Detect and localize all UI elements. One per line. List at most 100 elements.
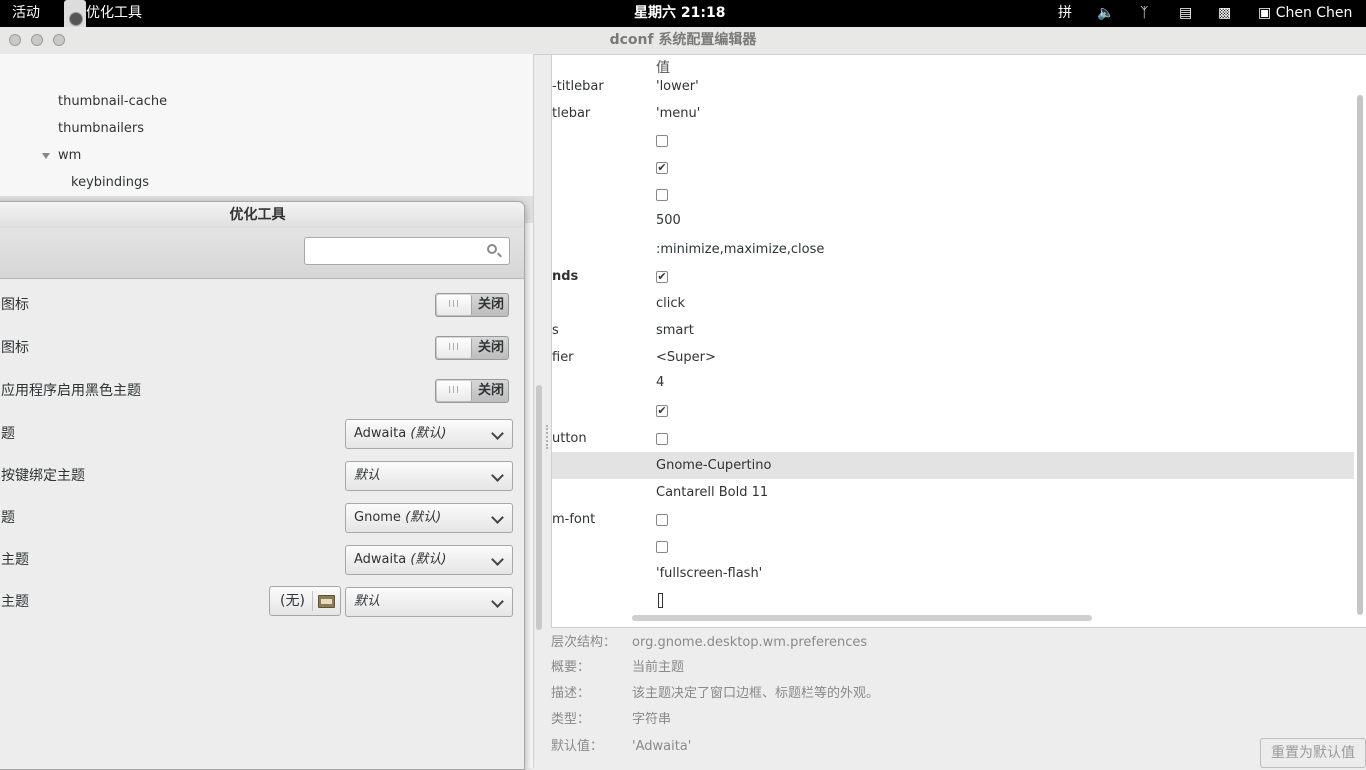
key-row-selected[interactable]: Gnome-Cupertino <box>552 452 1354 479</box>
setting-label: 主题 <box>1 594 29 610</box>
setting-label: 题 <box>1 510 15 526</box>
icon-theme-dropdown[interactable]: Gnome (默认) <box>345 503 513 533</box>
switch-knob[interactable]: III <box>437 338 472 358</box>
key-value[interactable]: Cantarell Bold 11 <box>656 479 768 506</box>
tree-item-keybindings[interactable]: keybindings <box>0 169 533 196</box>
reset-to-default-button[interactable]: 重置为默认值 <box>1260 738 1366 768</box>
key-value[interactable]: 'lower' <box>656 73 699 100</box>
key-value[interactable]: <Super> <box>656 344 716 371</box>
toggle-switch[interactable]: III 关闭 <box>435 379 509 403</box>
keybinding-theme-dropdown[interactable]: 默认 <box>345 461 513 491</box>
chevron-down-icon <box>491 595 504 608</box>
value-checkbox[interactable]: ✔ <box>656 405 668 417</box>
key-row[interactable]: 4 <box>552 369 1354 396</box>
clipboard-icon[interactable]: ▩ <box>1218 0 1231 27</box>
window-theme-dropdown[interactable]: Adwaita (默认) <box>345 545 513 575</box>
key-row[interactable]: s smart <box>552 317 1354 344</box>
value-checkbox[interactable] <box>656 189 668 201</box>
key-name: m-font <box>552 512 596 527</box>
key-value[interactable]: 4 <box>656 369 664 396</box>
network-icon[interactable]: ▤ <box>1179 0 1192 27</box>
key-row[interactable]: click <box>552 290 1354 317</box>
clock[interactable]: 星期六 21:18 <box>634 0 725 27</box>
user-icon: ▣ <box>1258 5 1272 21</box>
value-checkbox[interactable] <box>656 135 668 147</box>
values-horizontal-scrollbar[interactable] <box>632 615 1092 621</box>
switch-state: 关闭 <box>477 383 504 398</box>
shell-theme-dropdown[interactable]: 默认 <box>345 587 513 617</box>
value-checkbox[interactable] <box>656 514 668 526</box>
key-value[interactable]: smart <box>656 317 694 344</box>
key-row-editing[interactable] <box>552 587 1354 614</box>
info-value: 该主题决定了窗口边框、标题栏等的外观。 <box>632 686 880 701</box>
key-row[interactable]: :minimize,maximize,close <box>552 236 1354 263</box>
tree-item-thumbnailers[interactable]: thumbnailers <box>0 115 533 142</box>
search-input[interactable] <box>304 237 510 265</box>
key-row[interactable] <box>552 181 1354 208</box>
key-value[interactable]: 500 <box>656 207 681 234</box>
chevron-down-icon <box>491 553 504 566</box>
app-menu-label: 优化工具 <box>86 5 142 21</box>
values-vertical-scrollbar[interactable] <box>1357 95 1363 615</box>
key-row[interactable]: m-font <box>552 506 1354 533</box>
setting-label: 图标 <box>1 340 29 356</box>
key-row[interactable]: 500 <box>552 207 1354 234</box>
key-value[interactable]: 'fullscreen-flash' <box>656 560 762 587</box>
key-row[interactable] <box>552 533 1354 560</box>
volume-icon[interactable]: 🔈 <box>1097 0 1114 27</box>
tweak-tool-window: 优化工具 图标 III 关闭 图标 III 关闭 应用程序启用黑色主题 III … <box>0 201 525 770</box>
tree-item-wm[interactable]: wm <box>0 142 533 169</box>
key-value[interactable]: 'menu' <box>656 100 700 127</box>
info-label: 描述： <box>551 686 591 701</box>
value-checkbox[interactable] <box>656 433 668 445</box>
value-checkbox[interactable]: ✔ <box>656 271 668 283</box>
values-list: 值 -titlebar 'lower' tlebar 'menu' ✔ 500 … <box>551 54 1366 628</box>
shell-theme-file-button[interactable]: (无) <box>269 586 341 616</box>
value-checkbox[interactable] <box>656 541 668 553</box>
key-row[interactable]: nds ✔ <box>552 263 1354 290</box>
key-row[interactable]: -titlebar 'lower' <box>552 73 1354 100</box>
key-row[interactable]: ✔ <box>552 397 1354 424</box>
tree-item-thumbnail-cache[interactable]: thumbnail-cache <box>0 88 533 115</box>
theme-dropdown[interactable]: Adwaita (默认) <box>345 419 513 449</box>
text-cursor[interactable] <box>658 593 663 608</box>
setting-label: 主题 <box>1 552 29 568</box>
input-method-indicator[interactable]: 拼 <box>1058 0 1072 27</box>
toggle-switch[interactable]: III 关闭 <box>435 293 509 317</box>
info-label: 层次结构： <box>551 635 617 650</box>
key-row[interactable]: fier <Super> <box>552 344 1354 371</box>
chevron-down-icon <box>491 469 504 482</box>
setting-label: 题 <box>1 426 15 442</box>
tree-scrollbar[interactable] <box>536 385 542 630</box>
bluetooth-icon[interactable]: ᛉ <box>1140 0 1148 27</box>
switch-knob[interactable]: III <box>437 381 472 401</box>
key-name: fier <box>552 350 574 365</box>
info-label: 类型： <box>551 712 591 727</box>
app-menu[interactable]: 优化工具 <box>64 0 142 27</box>
toggle-switch[interactable]: III 关闭 <box>435 336 509 360</box>
key-info-panel: 层次结构： org.gnome.desktop.wm.preferences 概… <box>551 628 1365 768</box>
key-value[interactable]: click <box>656 290 685 317</box>
setting-row: 图标 III 关闭 <box>0 284 524 326</box>
value-checkbox[interactable]: ✔ <box>656 162 668 174</box>
dconf-titlebar[interactable]: dconf 系统配置编辑器 <box>0 27 1366 55</box>
tree-item-label: thumbnailers <box>58 121 145 136</box>
key-row[interactable]: utton <box>552 425 1354 452</box>
activities-button[interactable]: 活动 <box>12 0 40 27</box>
setting-row: 图标 III 关闭 <box>0 327 524 369</box>
key-row[interactable] <box>552 127 1354 154</box>
info-label: 概要： <box>551 660 591 675</box>
expander-triangle-icon[interactable] <box>42 142 58 169</box>
tweak-window-title[interactable]: 优化工具 <box>0 202 524 228</box>
key-value[interactable]: Gnome-Cupertino <box>656 452 771 479</box>
setting-row: 题 Adwaita (默认) <box>0 413 524 455</box>
key-row[interactable]: Cantarell Bold 11 <box>552 479 1354 506</box>
key-name: tlebar <box>552 106 591 121</box>
user-menu[interactable]: ▣ Chen Chen <box>1258 0 1352 27</box>
key-row[interactable]: 'fullscreen-flash' <box>552 560 1354 587</box>
key-row[interactable]: tlebar 'menu' <box>552 100 1354 127</box>
key-row[interactable]: ✔ <box>552 154 1354 181</box>
switch-knob[interactable]: III <box>437 295 472 315</box>
key-value[interactable]: :minimize,maximize,close <box>656 236 824 263</box>
switch-state: 关闭 <box>477 297 504 312</box>
